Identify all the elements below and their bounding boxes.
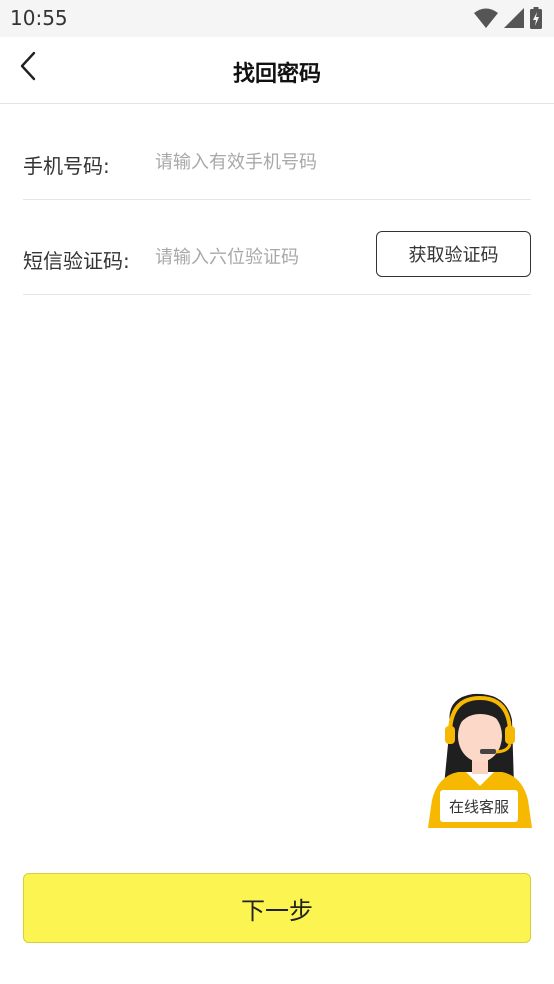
signal-icon [504,8,524,28]
battery-charging-icon [530,7,542,29]
status-bar: 10:55 [0,0,554,37]
get-code-button[interactable]: 获取验证码 [376,231,531,277]
sms-code-label: 短信验证码: [23,249,130,273]
next-button[interactable]: 下一步 [23,873,531,943]
phone-input[interactable] [155,150,525,174]
customer-service-label: 在线客服 [440,790,518,822]
phone-row: 手机号码: [23,104,531,200]
header: 找回密码 [0,37,554,104]
status-icons [474,7,542,29]
customer-service-button[interactable]: 在线客服 [428,690,532,828]
status-time: 10:55 [10,6,68,30]
wifi-icon [474,8,498,28]
phone-label: 手机号码: [23,154,110,178]
page-title: 找回密码 [232,62,321,87]
sms-code-input[interactable] [155,245,365,269]
